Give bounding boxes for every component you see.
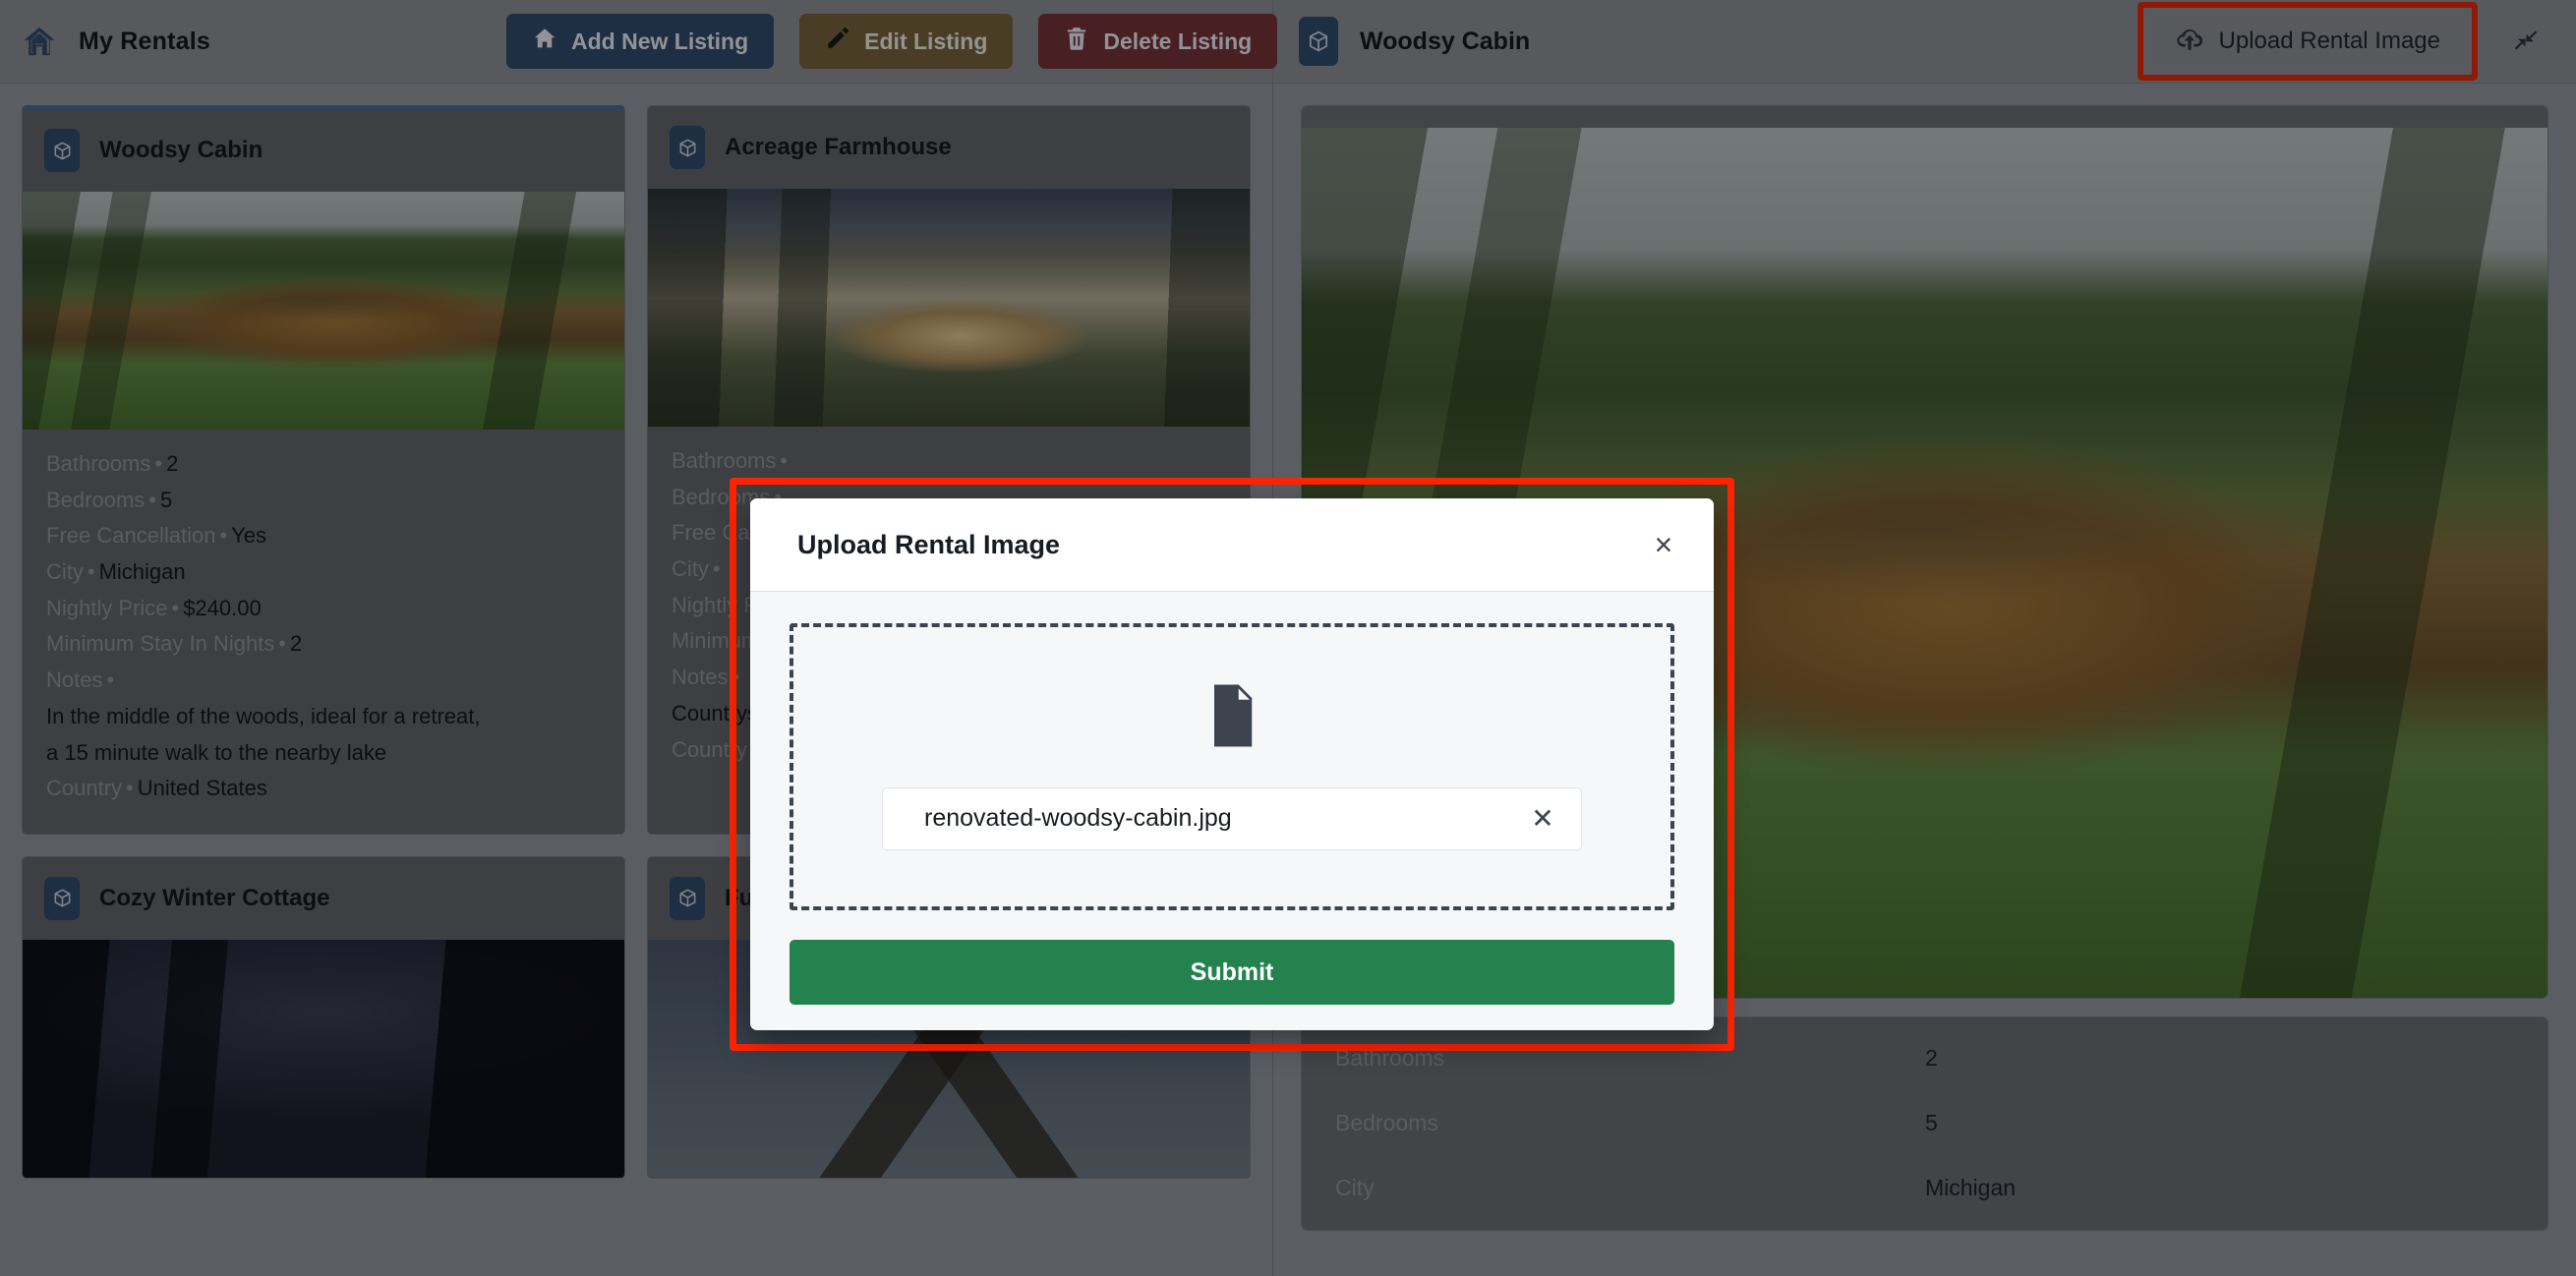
spec-key: City bbox=[46, 559, 84, 585]
upload-rental-image-modal: Upload Rental Image × renovated-woodsy-c… bbox=[750, 498, 1714, 1030]
listing-card-title: Acreage Farmhouse bbox=[725, 134, 952, 160]
listing-card-header: Acreage Farmhouse bbox=[648, 106, 1250, 189]
modal-title: Upload Rental Image bbox=[797, 529, 1061, 559]
submit-button[interactable]: Submit bbox=[790, 940, 1674, 1005]
remove-file-icon[interactable]: ✕ bbox=[1526, 802, 1559, 836]
spec-value: 2 bbox=[166, 451, 179, 476]
close-icon[interactable]: × bbox=[1643, 524, 1684, 565]
spec-row: Free Cancellation • Yes bbox=[46, 523, 267, 549]
file-dropzone[interactable]: renovated-woodsy-cabin.jpg ✕ bbox=[790, 623, 1674, 910]
home-icon bbox=[532, 26, 557, 57]
selected-file-chip[interactable]: renovated-woodsy-cabin.jpg ✕ bbox=[882, 786, 1582, 850]
listing-card-cozy-winter-cottage[interactable]: Cozy Winter Cottage bbox=[22, 855, 625, 1179]
cube-icon bbox=[44, 876, 80, 920]
spec-row: Bedrooms • 5 bbox=[46, 487, 173, 512]
delete-listing-button[interactable]: Delete Listing bbox=[1038, 14, 1278, 69]
collapse-arrows-icon bbox=[2511, 26, 2541, 58]
listing-card-photo bbox=[648, 189, 1250, 427]
spec-row: Nightly Price • $240.00 bbox=[46, 595, 262, 620]
listing-action-buttons: Add New Listing Edit Listing Delete List… bbox=[506, 14, 1278, 69]
spec-value: 5 bbox=[1925, 1109, 1938, 1135]
upload-modal-highlight: Upload Rental Image × renovated-woodsy-c… bbox=[730, 478, 1734, 1051]
spec-key: Notes bbox=[46, 667, 103, 693]
spec-row: Bathrooms • 2 bbox=[46, 451, 179, 476]
pencil-icon bbox=[825, 26, 850, 57]
spec-key: Country bbox=[46, 776, 123, 801]
modal-header: Upload Rental Image × bbox=[750, 498, 1714, 592]
modal-body: renovated-woodsy-cabin.jpg ✕ Submit bbox=[750, 592, 1714, 1030]
listing-card-woodsy-cabin[interactable]: Woodsy Cabin Bathrooms • 2 Bedrooms • 5 Free… bbox=[22, 105, 625, 835]
spec-row: Minimum Stay In Nights • 2 bbox=[46, 631, 303, 657]
spec-key: Notes bbox=[672, 665, 729, 690]
spec-key: Free Cancellation bbox=[46, 523, 216, 549]
detail-panel-title: Woodsy Cabin bbox=[1360, 27, 1531, 55]
top-bar-left: My Rentals Add New Listing Edit Listing bbox=[0, 0, 1278, 83]
spec-key: Nightly Price bbox=[46, 595, 168, 620]
add-new-listing-button[interactable]: Add New Listing bbox=[506, 14, 775, 69]
notes-line-1: In the middle of the woods, ideal for a … bbox=[46, 703, 481, 728]
upload-rental-image-label: Upload Rental Image bbox=[2218, 28, 2440, 54]
spec-key: Bedrooms bbox=[1335, 1109, 1438, 1135]
cube-icon bbox=[670, 876, 705, 920]
add-new-listing-label: Add New Listing bbox=[571, 28, 749, 54]
spec-row: City • Michigan bbox=[46, 559, 186, 585]
collapse-panel-button[interactable] bbox=[2503, 19, 2548, 64]
cube-icon bbox=[1299, 17, 1338, 66]
spec-value: Yes bbox=[231, 523, 267, 549]
spec-key: City bbox=[672, 556, 709, 582]
spec-value: Michigan bbox=[98, 559, 186, 585]
cube-icon bbox=[44, 129, 80, 172]
edit-listing-label: Edit Listing bbox=[864, 28, 988, 54]
top-bar-right: Woodsy Cabin Upload Rental Image bbox=[1273, 0, 2576, 83]
spec-key: Bathrooms bbox=[672, 448, 777, 473]
spec-value: Michigan bbox=[1925, 1174, 2017, 1200]
listing-card-photo bbox=[23, 939, 624, 1178]
listing-card-specs: Bathrooms • 2 Bedrooms • 5 Free Cancellation… bbox=[23, 430, 624, 834]
spec-value: United States bbox=[137, 776, 267, 801]
edit-listing-button[interactable]: Edit Listing bbox=[799, 14, 1014, 69]
table-row: City Michigan bbox=[1335, 1155, 2514, 1220]
notes-line-2: a 15 minute walk to the nearby lake bbox=[46, 739, 387, 765]
spec-value: 5 bbox=[159, 487, 173, 512]
spec-value: 2 bbox=[1925, 1044, 1938, 1071]
listing-card-title: Woodsy Cabin bbox=[99, 137, 263, 163]
home-icon bbox=[22, 24, 57, 59]
listing-card-header: Woodsy Cabin bbox=[23, 109, 624, 192]
selected-file-name: renovated-woodsy-cabin.jpg bbox=[924, 804, 1232, 832]
spec-key: Minimum Stay In Nights bbox=[46, 631, 275, 657]
spec-key: Bedrooms bbox=[46, 487, 146, 512]
spec-row-notes: Notes • bbox=[46, 667, 115, 693]
cube-icon bbox=[670, 126, 705, 169]
spec-value: 2 bbox=[290, 631, 303, 657]
spec-row: Bathrooms • bbox=[672, 448, 789, 473]
spec-key: City bbox=[1335, 1174, 1375, 1200]
upload-button-highlight: Upload Rental Image bbox=[2137, 2, 2478, 81]
page-title: My Rentals bbox=[79, 27, 210, 55]
listing-card-photo bbox=[23, 192, 624, 430]
delete-listing-label: Delete Listing bbox=[1103, 28, 1253, 54]
spec-row-country: Country • United States bbox=[46, 776, 267, 801]
spec-key: Bathrooms bbox=[46, 451, 151, 476]
document-icon bbox=[1205, 684, 1259, 752]
detail-panel-actions: Upload Rental Image bbox=[2137, 2, 2548, 81]
listing-card-header: Cozy Winter Cottage bbox=[23, 857, 624, 940]
upload-rental-image-button[interactable]: Upload Rental Image bbox=[2147, 13, 2467, 70]
table-row: Bedrooms 5 bbox=[1335, 1090, 2514, 1155]
trash-icon bbox=[1064, 26, 1089, 57]
listing-card-title: Cozy Winter Cottage bbox=[99, 884, 330, 911]
cloud-upload-icon bbox=[2175, 24, 2204, 60]
top-bar: My Rentals Add New Listing Edit Listing bbox=[0, 0, 2576, 84]
spec-value: $240.00 bbox=[183, 595, 262, 620]
